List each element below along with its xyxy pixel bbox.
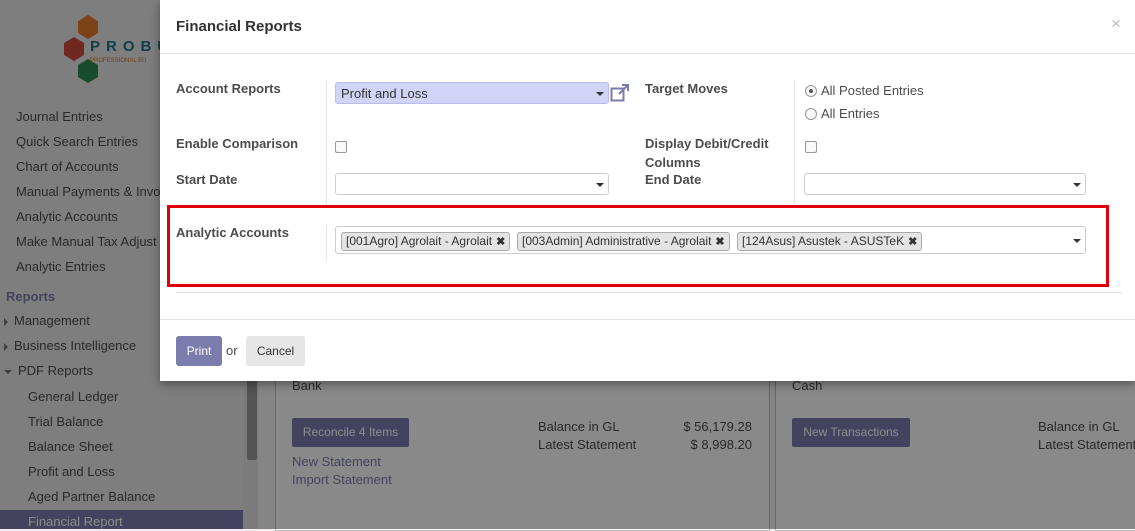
enable-comparison-label: Enable Comparison <box>176 136 299 151</box>
field-divider <box>794 80 795 204</box>
radio-all-posted-entries[interactable] <box>805 85 817 97</box>
chevron-down-icon <box>596 183 604 187</box>
display-debit-credit-label-line1: Display Debit/Credit <box>645 136 769 151</box>
chevron-down-icon <box>1073 183 1081 187</box>
header-divider <box>160 53 1135 54</box>
highlight-box <box>167 205 1109 287</box>
end-date-label: End Date <box>645 172 702 187</box>
end-date-field[interactable] <box>804 173 1086 195</box>
account-reports-value: Profit and Loss <box>341 86 428 101</box>
radio-all-posted-entries-label: All Posted Entries <box>821 83 924 98</box>
display-debit-credit-checkbox[interactable] <box>805 141 817 153</box>
chevron-down-icon <box>596 92 604 96</box>
close-icon[interactable]: × <box>1111 14 1121 34</box>
external-link-icon[interactable] <box>610 84 630 105</box>
cancel-button[interactable]: Cancel <box>246 336 305 366</box>
display-debit-credit-label: Display Debit/Credit Columns <box>645 136 769 170</box>
print-button[interactable]: Print <box>176 336 222 366</box>
account-reports-select[interactable]: Profit and Loss <box>335 82 609 104</box>
radio-all-entries-label: All Entries <box>821 106 880 121</box>
dialog-title: Financial Reports <box>176 18 302 35</box>
form-divider <box>176 292 1122 293</box>
display-debit-credit-label-line2: Columns <box>645 155 701 170</box>
enable-comparison-checkbox[interactable] <box>335 141 347 153</box>
footer-divider <box>160 319 1135 320</box>
radio-all-entries[interactable] <box>805 108 817 120</box>
financial-reports-dialog: Financial Reports × Account Reports Prof… <box>160 0 1135 381</box>
start-date-field[interactable] <box>335 173 609 195</box>
or-separator: or <box>226 343 238 358</box>
account-reports-label: Account Reports <box>176 81 281 96</box>
start-date-label: Start Date <box>176 172 238 187</box>
target-moves-label: Target Moves <box>645 81 728 96</box>
field-divider <box>326 80 327 204</box>
